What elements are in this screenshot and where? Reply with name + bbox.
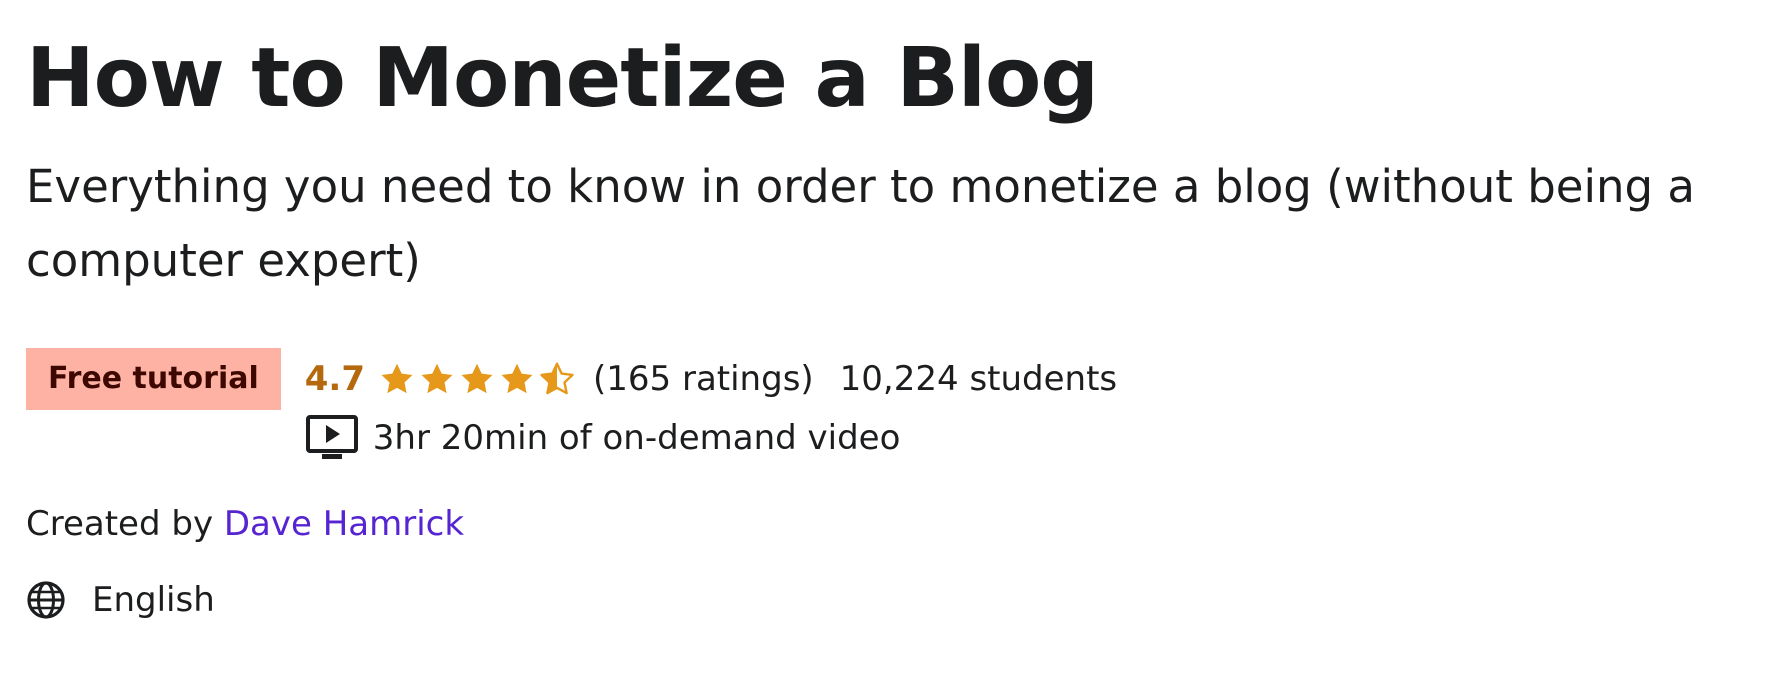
language-row: English	[26, 578, 1766, 622]
created-by-row: Created by Dave Hamrick	[26, 502, 1766, 546]
course-subtitle: Everything you need to know in order to …	[26, 160, 1695, 287]
star-icon	[421, 363, 453, 394]
globe-icon	[27, 581, 65, 619]
course-title: How to Monetize a Blog	[26, 31, 1099, 126]
students-count: 10,224 students	[839, 359, 1118, 399]
rating-row: 4.7 (165 ratings) 10,224 students	[305, 348, 1117, 410]
rating-value: 4.7	[304, 359, 365, 399]
author-link[interactable]: Dave Hamrick	[224, 504, 464, 544]
video-length-row: 3hr 20min of on-demand video	[305, 410, 1117, 466]
star-icon	[461, 363, 493, 394]
star-rating	[379, 361, 579, 397]
course-meta: Free tutorial 4.7 (165 ratings) 10,224 s…	[26, 348, 1766, 466]
course-stats: 4.7 (165 ratings) 10,224 students 3hr 20…	[305, 348, 1117, 466]
created-by-label: Created by	[26, 504, 224, 544]
free-tutorial-badge: Free tutorial	[26, 348, 281, 410]
half-star-icon	[540, 362, 574, 395]
video-play-icon	[305, 415, 358, 459]
star-icon	[501, 363, 533, 394]
course-header: How to Monetize a Blog Everything you ne…	[26, 28, 1766, 622]
ratings-count: (165 ratings)	[593, 359, 814, 399]
star-icon	[381, 363, 413, 394]
language-label: English	[92, 580, 215, 620]
video-length: 3hr 20min of on-demand video	[372, 418, 901, 458]
